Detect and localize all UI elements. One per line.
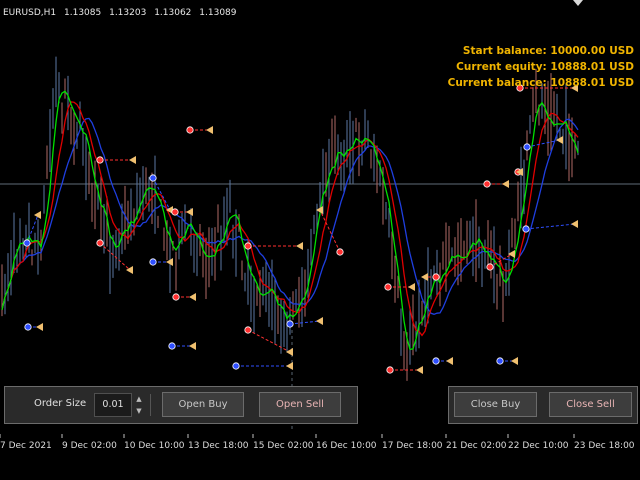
trade-exit-marker <box>316 317 323 325</box>
trade-entry-marker <box>171 208 179 216</box>
trade-line <box>289 320 321 325</box>
trade-line <box>525 223 576 230</box>
order-size-input[interactable]: 0.01 <box>94 393 132 417</box>
axis-label: 15 Dec 02:00 <box>253 441 314 451</box>
trade-entry-marker <box>96 239 104 247</box>
axis-label: 10 Dec 10:00 <box>124 441 185 451</box>
trade-entry-marker <box>386 366 394 374</box>
trade-entry-marker <box>486 263 494 271</box>
trade-exit-marker <box>189 342 196 350</box>
ohlc-open: 1.13085 <box>64 8 102 18</box>
trade-exit-marker <box>511 357 518 365</box>
chart-shift-icon[interactable] <box>573 0 583 6</box>
trade-entry-marker <box>336 248 344 256</box>
trade-entry-marker <box>244 326 252 334</box>
symbol-name: EURUSD,H1 <box>3 8 57 18</box>
axis-label: 21 Dec 02:00 <box>446 441 507 451</box>
axis-label: 17 Dec 18:00 <box>382 441 443 451</box>
start-balance: Start balance: 10000.00 USD <box>462 45 634 57</box>
axis-label: 13 Dec 18:00 <box>188 441 249 451</box>
trade-entry-marker <box>24 323 32 331</box>
trade-exit-marker <box>186 208 193 216</box>
account-stats: Start balance: 10000.00 USD Current equi… <box>448 43 634 91</box>
trade-entry-marker <box>483 180 491 188</box>
trade-entry-marker <box>172 293 180 301</box>
trade-entry-marker <box>149 258 157 266</box>
trade-entry-marker <box>432 357 440 365</box>
trade-entry-marker <box>168 342 176 350</box>
ma-slow-line <box>1 117 579 315</box>
trade-entry-marker <box>186 126 194 134</box>
spin-up-icon[interactable]: ▲ <box>132 393 146 405</box>
open-buy-button[interactable]: Open Buy <box>162 392 244 417</box>
symbol-info: EURUSD,H1 1.13085 1.13203 1.13062 1.1308… <box>3 8 242 18</box>
trade-entry-marker <box>149 174 157 182</box>
close-trade-panel: Close Buy Close Sell <box>448 386 638 424</box>
axis-label: 22 Dec 10:00 <box>508 441 569 451</box>
close-buy-button[interactable]: Close Buy <box>454 392 537 417</box>
open-sell-button[interactable]: Open Sell <box>259 392 341 417</box>
trade-exit-marker <box>408 283 415 291</box>
open-trade-panel: Order Size 0.01 ▲ ▼ Open Buy Open Sell <box>4 386 358 424</box>
axis-label: 7 Dec 2021 <box>0 441 52 451</box>
divider <box>150 394 151 416</box>
trade-entry-marker <box>384 283 392 291</box>
trade-exit-marker <box>189 293 196 301</box>
trade-exit-marker <box>296 242 303 250</box>
trade-entry-marker <box>286 320 294 328</box>
trade-exit-marker <box>416 366 423 374</box>
trade-exit-marker <box>571 220 578 228</box>
axis-label: 9 Dec 02:00 <box>62 441 117 451</box>
current-balance: Current balance: 10888.01 USD <box>447 77 634 89</box>
ohlc-high: 1.13203 <box>109 8 147 18</box>
trade-entry-marker <box>244 242 252 250</box>
trade-exit-marker <box>129 156 136 164</box>
trade-entry-marker <box>522 225 530 233</box>
spin-down-icon[interactable]: ▼ <box>132 405 146 417</box>
trade-entry-marker <box>432 273 440 281</box>
trade-entry-marker <box>496 357 504 365</box>
trade-exit-marker <box>286 362 293 370</box>
order-size-label: Order Size <box>34 398 87 409</box>
ohlc-close: 1.13089 <box>199 8 237 18</box>
close-sell-button[interactable]: Close Sell <box>549 392 632 417</box>
trade-entry-marker <box>23 239 31 247</box>
trade-exit-marker <box>36 323 43 331</box>
trade-exit-marker <box>502 180 509 188</box>
trade-entry-marker <box>523 143 531 151</box>
trade-entry-marker <box>96 156 104 164</box>
trade-entry-marker <box>232 362 240 370</box>
current-equity: Current equity: 10888.01 USD <box>456 61 634 73</box>
trade-exit-marker <box>206 126 213 134</box>
trade-exit-marker <box>34 211 41 219</box>
ohlc-low: 1.13062 <box>154 8 192 18</box>
chart-window[interactable]: EURUSD,H1 1.13085 1.13203 1.13062 1.1308… <box>0 0 640 480</box>
axis-label: 16 Dec 10:00 <box>316 441 377 451</box>
axis-label: 23 Dec 18:00 <box>574 441 635 451</box>
trade-exit-marker <box>446 357 453 365</box>
